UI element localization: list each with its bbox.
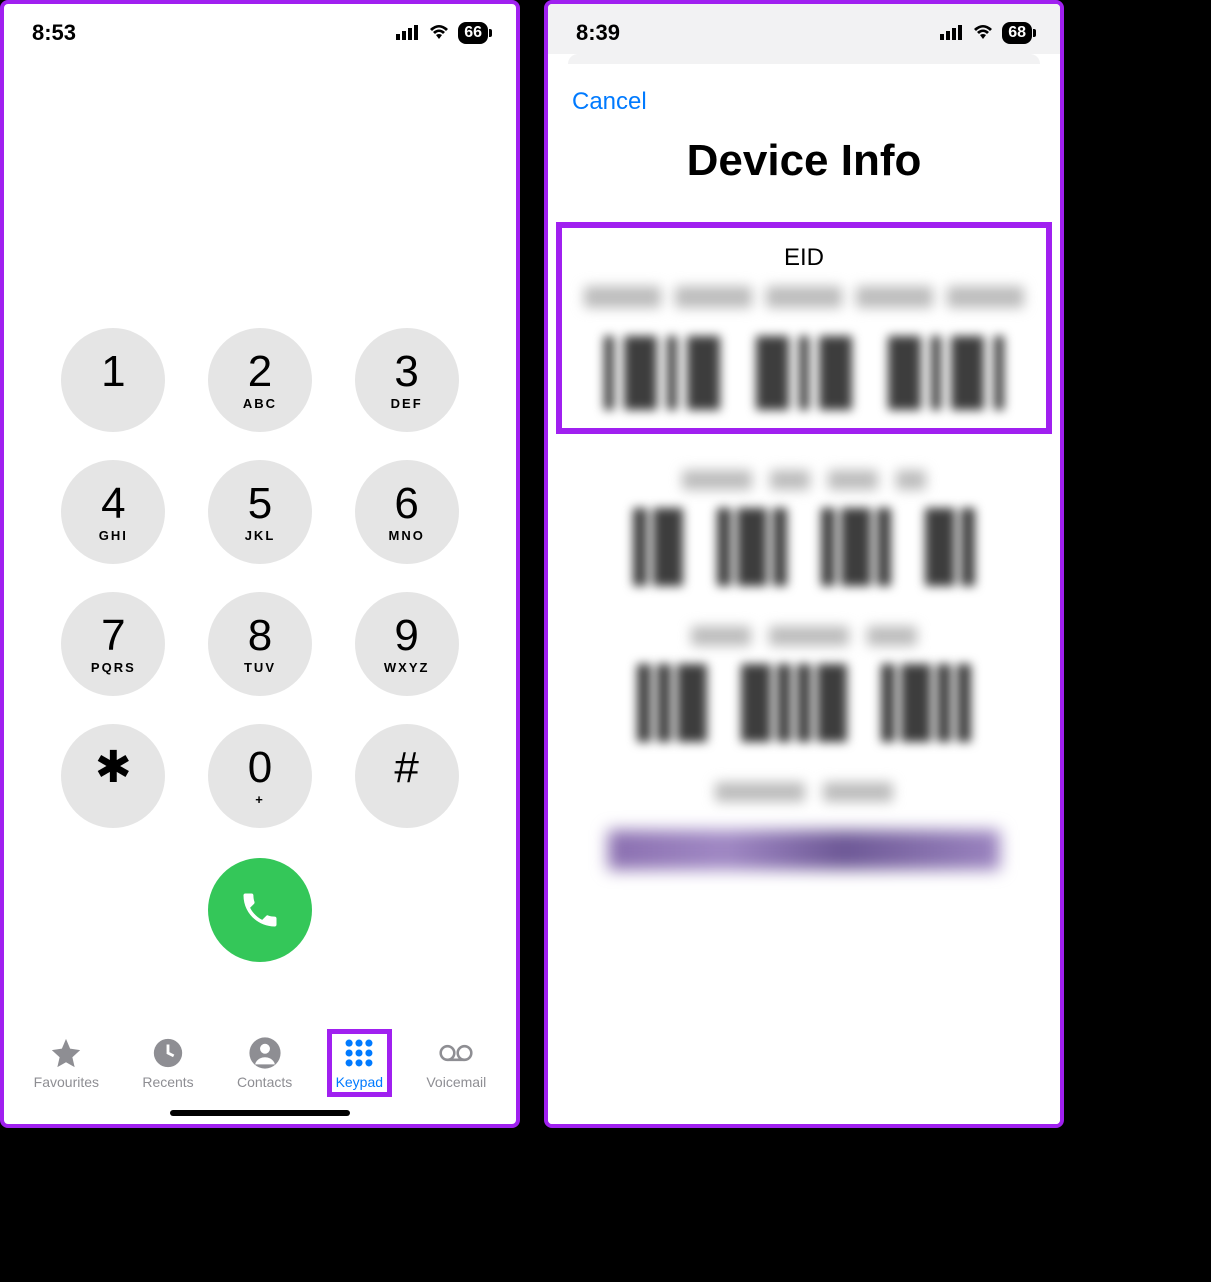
key-0[interactable]: 0+ xyxy=(208,724,312,828)
key-1[interactable]: 1 xyxy=(61,328,165,432)
home-indicator[interactable] xyxy=(170,1110,350,1116)
eid-label: EID xyxy=(584,244,1024,272)
status-icons: 66 xyxy=(396,20,488,46)
key-9[interactable]: 9WXYZ xyxy=(355,592,459,696)
status-bar: 8:39 68 xyxy=(548,4,1060,54)
person-circle-icon xyxy=(248,1036,282,1070)
star-icon xyxy=(49,1036,83,1070)
key-star[interactable]: ✱ xyxy=(61,724,165,828)
call-button[interactable] xyxy=(208,858,312,962)
tab-recents[interactable]: Recents xyxy=(136,1032,199,1094)
page-title: Device Info xyxy=(548,136,1060,186)
info-section-2 xyxy=(548,470,1060,626)
info-label-redacted xyxy=(608,470,1000,490)
key-3[interactable]: 3DEF xyxy=(355,328,459,432)
info-section-4 xyxy=(548,782,1060,830)
device-info-sheet: Cancel Device Info EID xyxy=(548,64,1060,1124)
tab-favourites[interactable]: Favourites xyxy=(28,1032,105,1094)
info-section-3 xyxy=(548,626,1060,782)
cellular-signal-icon xyxy=(396,20,420,46)
voicemail-icon xyxy=(439,1036,473,1070)
eid-barcode-redacted xyxy=(584,336,1024,410)
tab-contacts[interactable]: Contacts xyxy=(231,1032,298,1094)
eid-section: EID xyxy=(556,222,1052,434)
phone-icon xyxy=(238,888,282,932)
status-icons: 68 xyxy=(940,20,1032,46)
eid-value-redacted xyxy=(584,286,1024,308)
sheet-grabber[interactable] xyxy=(568,54,1040,64)
battery-icon: 68 xyxy=(1002,22,1032,44)
keypad-icon xyxy=(342,1036,376,1070)
phone-keypad-screen: 8:53 66 1 2ABC 3DEF 4GHI 5JKL 6MNO 7PQRS… xyxy=(0,0,520,1128)
key-7[interactable]: 7PQRS xyxy=(61,592,165,696)
key-8[interactable]: 8TUV xyxy=(208,592,312,696)
wifi-icon xyxy=(428,20,450,46)
status-time: 8:39 xyxy=(576,20,620,46)
tab-keypad[interactable]: Keypad xyxy=(330,1032,389,1094)
info-label-redacted xyxy=(608,626,1000,646)
key-hash[interactable]: # xyxy=(355,724,459,828)
info-barcode-redacted xyxy=(608,664,1000,742)
tab-voicemail[interactable]: Voicemail xyxy=(420,1032,492,1094)
status-bar: 8:53 66 xyxy=(4,4,516,54)
keypad-area: 1 2ABC 3DEF 4GHI 5JKL 6MNO 7PQRS 8TUV 9W… xyxy=(4,54,516,1022)
battery-icon: 66 xyxy=(458,22,488,44)
info-barcode-redacted xyxy=(608,508,1000,586)
info-label-redacted xyxy=(608,782,1000,802)
cellular-signal-icon xyxy=(940,20,964,46)
key-6[interactable]: 6MNO xyxy=(355,460,459,564)
key-2[interactable]: 2ABC xyxy=(208,328,312,432)
status-time: 8:53 xyxy=(32,20,76,46)
bottom-blur-area xyxy=(608,830,1000,870)
clock-icon xyxy=(151,1036,185,1070)
cancel-button[interactable]: Cancel xyxy=(548,88,671,136)
key-4[interactable]: 4GHI xyxy=(61,460,165,564)
phone-device-info-screen: 8:39 68 Cancel Device Info EID xyxy=(544,0,1064,1128)
wifi-icon xyxy=(972,20,994,46)
tab-bar: Favourites Recents Contacts Keypad Voice… xyxy=(4,1022,516,1100)
keypad-grid: 1 2ABC 3DEF 4GHI 5JKL 6MNO 7PQRS 8TUV 9W… xyxy=(54,328,466,828)
key-5[interactable]: 5JKL xyxy=(208,460,312,564)
